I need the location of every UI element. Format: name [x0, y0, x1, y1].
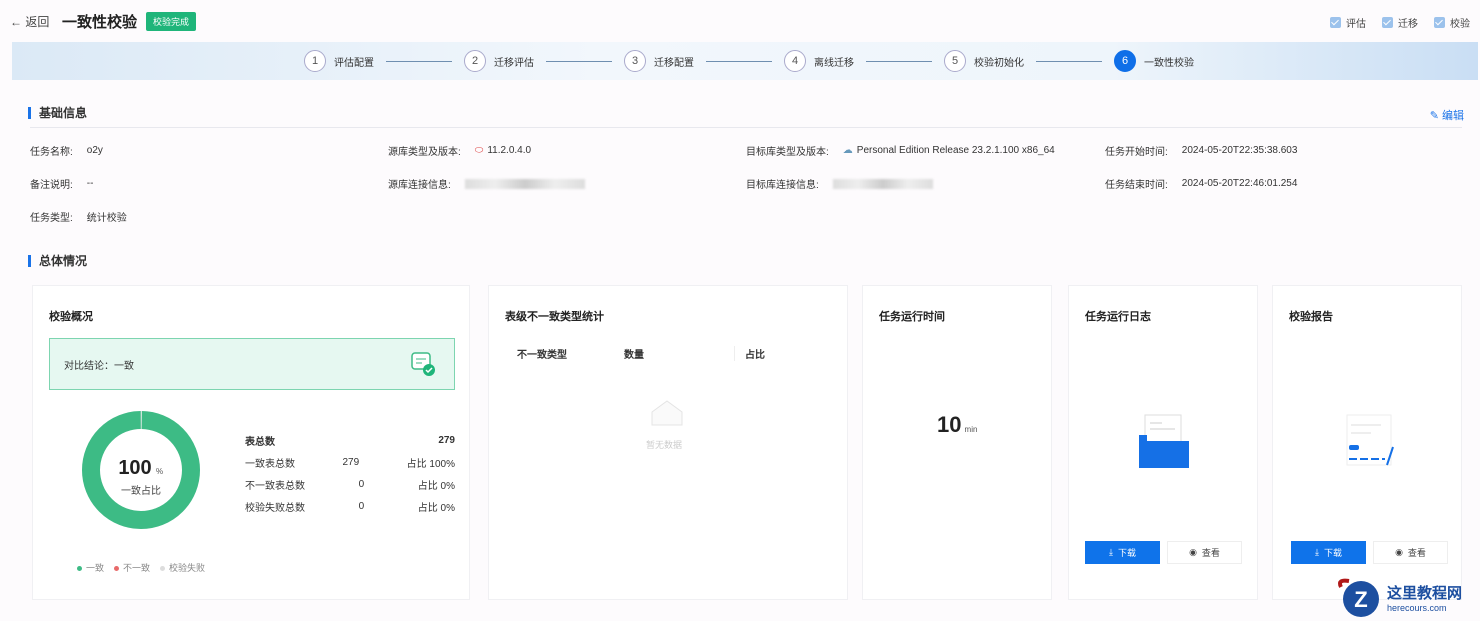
step-connector	[866, 60, 932, 62]
section-basic-info: 基础信息	[28, 107, 87, 119]
watermark-z-icon: Z	[1338, 578, 1379, 617]
checkbox-assess[interactable]: 评估	[1330, 15, 1366, 30]
consistency-donut: 100 % 一致占比	[82, 411, 200, 529]
field-source-conn: 源库连接信息:	[388, 176, 585, 191]
check-document-icon	[411, 352, 435, 376]
checkbox-icon	[1330, 17, 1341, 28]
report-download-button[interactable]: ⤓ 下载	[1291, 541, 1366, 564]
step-connector	[1036, 60, 1102, 62]
runtime-value: 10 min	[937, 412, 978, 437]
eye-icon: ◉	[1189, 547, 1197, 557]
divider	[30, 127, 1462, 128]
result-banner: 对比结论：一致	[49, 338, 455, 390]
watermark-logo: Z 这里教程网 herecours.com	[1335, 577, 1462, 617]
svg-text:一致占比: 一致占比	[121, 484, 161, 497]
step-connector	[546, 60, 612, 62]
folder-icon	[1139, 414, 1189, 468]
download-icon: ⤓	[1109, 547, 1113, 557]
log-download-button[interactable]: ⤓ 下载	[1085, 541, 1160, 564]
column-header: 占比	[734, 346, 765, 361]
card-title: 任务运行日志	[1085, 311, 1151, 323]
step-1[interactable]: 1 评估配置	[304, 50, 374, 72]
stat-row: 不一致表总数 0 占比 0%	[245, 478, 455, 492]
download-icon: ⤓	[1315, 547, 1319, 557]
step-3[interactable]: 3 迁移配置	[624, 50, 694, 72]
phase-checkboxes: 评估 迁移 校验	[1330, 15, 1470, 30]
log-view-button[interactable]: ◉ 查看	[1167, 541, 1242, 564]
redacted-value	[464, 178, 585, 189]
card-title: 校验概况	[49, 311, 93, 323]
field-note: 备注说明: --	[30, 178, 94, 191]
step-6[interactable]: 6 一致性校验	[1114, 50, 1194, 72]
step-5[interactable]: 5 校验初始化	[944, 50, 1024, 72]
field-target-conn: 目标库连接信息:	[746, 176, 933, 191]
card-mismatch-stats: 表级不一致类型统计 不一致类型 数量 占比 暂无数据	[488, 285, 848, 600]
card-verify-overview: 校验概况 对比结论：一致 100 % 一致占比 表总数 279 一致表总数 279 占…	[32, 285, 470, 600]
checkbox-icon	[1382, 17, 1393, 28]
donut-legend: 一致 不一致 校验失败	[77, 561, 205, 574]
step-connector	[386, 60, 452, 62]
stat-row: 一致表总数 279 占比 100%	[245, 456, 455, 470]
back-button[interactable]: ← 返回	[10, 13, 49, 30]
oracle-icon: ⬭	[474, 145, 484, 156]
stat-row: 表总数 279	[245, 434, 455, 448]
page-title: 一致性校验	[62, 14, 138, 31]
report-view-button[interactable]: ◉ 查看	[1373, 541, 1448, 564]
svg-text:Z: Z	[1354, 587, 1367, 612]
field-target-db: 目标库类型及版本: ☁ Personal Edition Release 23.2.…	[746, 145, 1055, 158]
field-task-type: 任务类型: 统计校验	[30, 213, 127, 224]
card-report: 校验报告 ⤓ 下载 ◉ 查看	[1272, 285, 1462, 600]
eye-icon: ◉	[1395, 547, 1403, 557]
field-source-db: 源库类型及版本: ⬭ 11.2.0.4.0	[388, 145, 532, 158]
report-document-icon	[1346, 414, 1394, 466]
db-icon: ☁	[842, 145, 853, 156]
card-runtime: 任务运行时间 10 min	[862, 285, 1052, 600]
card-title: 校验报告	[1289, 311, 1333, 323]
column-header: 数量	[624, 350, 644, 361]
edit-button[interactable]: ✎ 编辑	[1430, 107, 1464, 123]
checkbox-verify[interactable]: 校验	[1434, 15, 1470, 30]
checkbox-migrate[interactable]: 迁移	[1382, 15, 1418, 30]
legend-item[interactable]: 不一致	[114, 561, 150, 574]
step-connector	[706, 60, 772, 62]
field-task-name: 任务名称: o2y	[30, 145, 103, 158]
card-title: 任务运行时间	[879, 311, 945, 323]
field-end-time: 任务结束时间: 2024-05-20T22:46:01.254	[1105, 178, 1298, 191]
legend-item[interactable]: 校验失败	[160, 561, 205, 574]
stats-table: 表总数 279 一致表总数 279 占比 100% 不一致表总数 0 占比 0% 校验失败…	[245, 429, 455, 517]
empty-text: 暂无数据	[646, 440, 683, 450]
card-run-log: 任务运行日志 ⤓ 下载 ◉ 查看	[1068, 285, 1258, 600]
step-2[interactable]: 2 迁移评估	[464, 50, 534, 72]
svg-text:%: %	[156, 467, 163, 476]
status-badge: 校验完成	[146, 12, 197, 31]
step-bar: 1 评估配置 2 迁移评估 3 迁移配置 4 离线迁移 5 校验初始化 6 一致性校验	[12, 42, 1478, 80]
step-4[interactable]: 4 离线迁移	[784, 50, 854, 72]
empty-box-icon	[651, 400, 683, 426]
stat-row: 校验失败总数 0 占比 0%	[245, 500, 455, 514]
checkbox-icon	[1434, 17, 1445, 28]
field-start-time: 任务开始时间: 2024-05-20T22:35:38.603	[1105, 145, 1298, 158]
redacted-value	[832, 178, 933, 189]
percent-value: 100	[118, 457, 151, 479]
top-bar: ← 返回 一致性校验 校验完成 评估 迁移 校验	[0, 0, 1480, 42]
section-overall: 总体情况	[28, 255, 87, 267]
card-title: 表级不一致类型统计	[505, 311, 604, 323]
column-header: 不一致类型	[517, 350, 567, 361]
legend-item[interactable]: 一致	[77, 561, 104, 574]
